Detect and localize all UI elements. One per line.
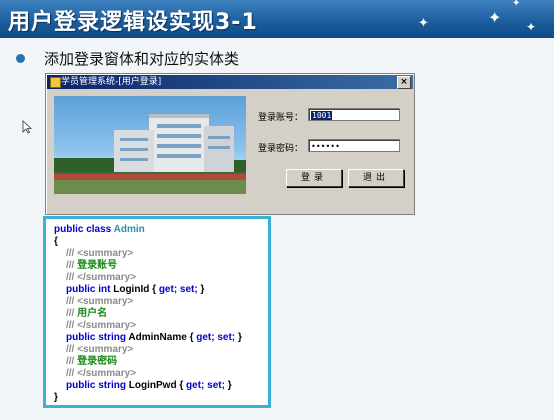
code-line: /// <summary> (66, 296, 134, 307)
code-line: public class Admin (54, 224, 145, 235)
bullet-text: 添加登录窗体和对应的实体类 (44, 50, 240, 68)
window-title: 学员管理系统-[用户登录] (61, 77, 162, 87)
code-line: /// </summary> (66, 368, 137, 379)
close-button[interactable]: × (397, 76, 411, 89)
code-snippet: public class Admin { /// <summary> /// 登… (43, 216, 271, 408)
code-line: /// <summary> (66, 344, 134, 355)
password-input[interactable]: •••••• (308, 139, 400, 152)
star-icon: ✦ (526, 20, 537, 34)
star-icon: ✦ (418, 16, 429, 31)
exit-button[interactable]: 退出 (348, 169, 404, 187)
code-line: /// </summary> (66, 272, 137, 283)
code-line: /// <summary> (66, 248, 134, 259)
code-line: { (54, 236, 58, 247)
code-line: /// 用户名 (66, 308, 108, 319)
code-line: } (54, 392, 58, 403)
campus-building-image (54, 96, 246, 194)
password-label: 登录密码： (258, 144, 304, 154)
window-titlebar[interactable]: 学员管理系统-[用户登录] × (47, 75, 413, 89)
app-icon (50, 77, 61, 88)
code-line: public string AdminName { get; set; } (66, 332, 242, 343)
login-window: 学员管理系统-[用户登录] × 登录账号： 1001 登录密码： •••••• (45, 73, 415, 215)
slide-title: 用户登录逻辑设实现3-1 (8, 10, 258, 35)
star-icon: ✦ (488, 8, 502, 27)
bullet-dot-icon (16, 54, 25, 63)
mouse-pointer-icon (22, 120, 32, 134)
title-banner: 用户登录逻辑设实现3-1 ✦ ✦ ✦ ✦ (0, 0, 554, 38)
code-line: /// 登录账号 (66, 260, 118, 271)
code-line: public string LoginPwd { get; set; } (66, 380, 232, 391)
code-line: public int LoginId { get; set; } (66, 284, 205, 295)
code-line: /// </summary> (66, 320, 137, 331)
star-icon: ✦ (512, 0, 521, 9)
account-input[interactable]: 1001 (308, 108, 400, 121)
account-label: 登录账号： (258, 113, 304, 123)
code-line: /// 登录密码 (66, 356, 118, 367)
login-button[interactable]: 登录 (286, 169, 342, 187)
